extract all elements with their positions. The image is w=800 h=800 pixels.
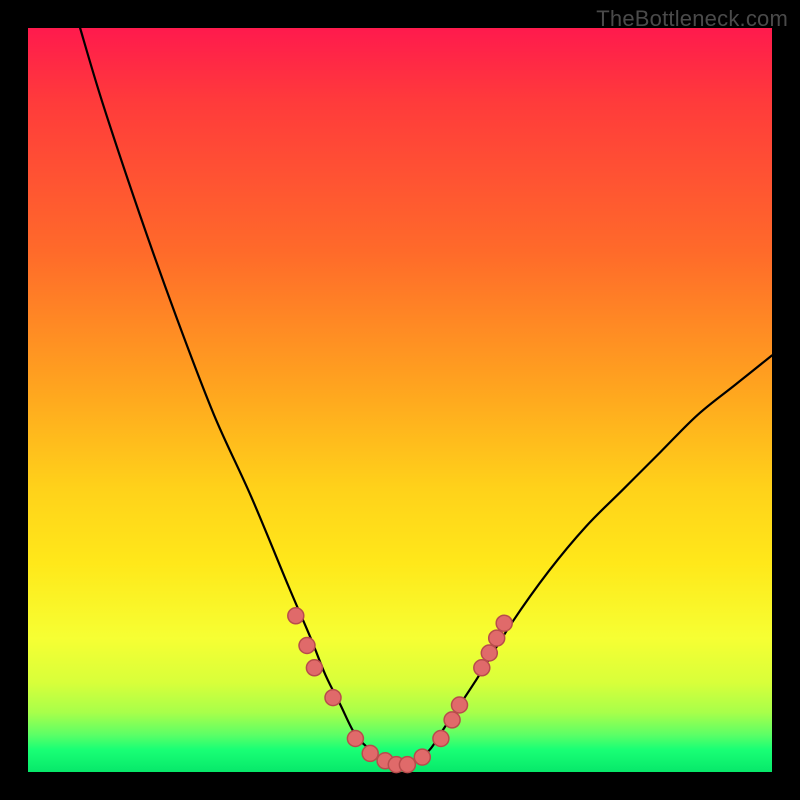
- curve-marker: [444, 712, 460, 728]
- bottleneck-curve-path: [80, 28, 772, 765]
- curve-marker: [452, 697, 468, 713]
- curve-marker: [288, 608, 304, 624]
- marker-group: [288, 608, 512, 773]
- curve-marker: [414, 749, 430, 765]
- curve-marker: [299, 638, 315, 654]
- curve-marker: [474, 660, 490, 676]
- curve-marker: [433, 731, 449, 747]
- curve-marker: [489, 630, 505, 646]
- watermark-text: TheBottleneck.com: [596, 6, 788, 32]
- curve-marker: [481, 645, 497, 661]
- chart-stage: TheBottleneck.com: [0, 0, 800, 800]
- curve-marker: [325, 690, 341, 706]
- curve-marker: [362, 745, 378, 761]
- curve-marker: [496, 615, 512, 631]
- curve-svg: [28, 28, 772, 772]
- curve-marker: [347, 731, 363, 747]
- plot-area: [28, 28, 772, 772]
- curve-marker: [399, 757, 415, 773]
- curve-marker: [306, 660, 322, 676]
